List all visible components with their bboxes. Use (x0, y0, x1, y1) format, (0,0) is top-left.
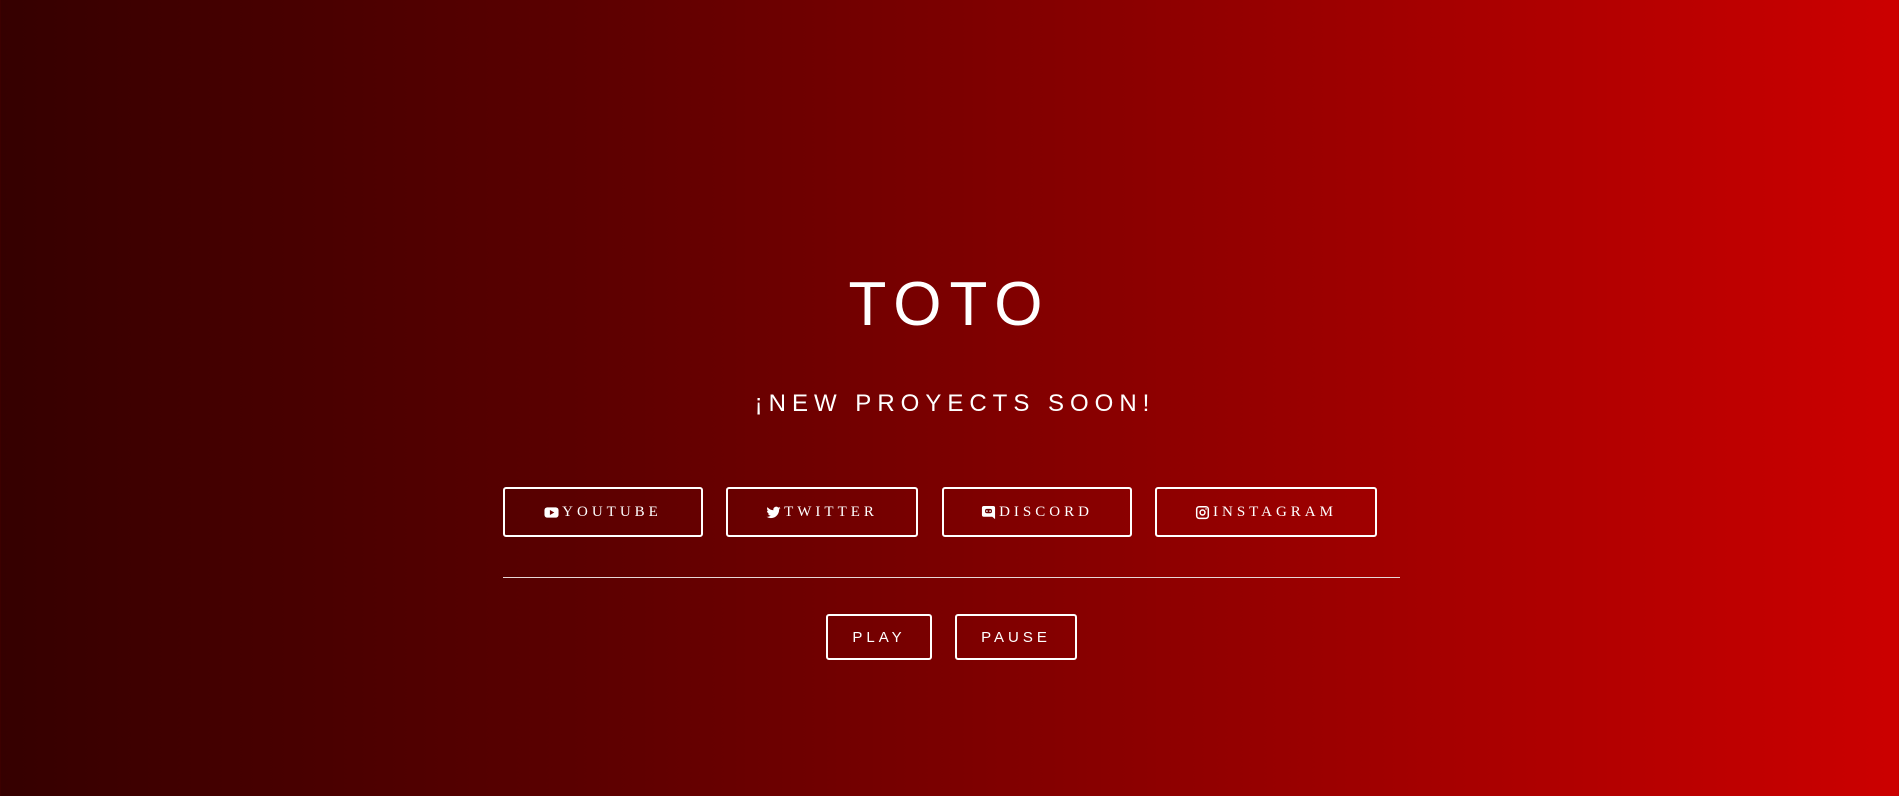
discord-button[interactable]: DISCORD (942, 487, 1132, 537)
instagram-label: INSTAGRAM (1213, 503, 1337, 520)
youtube-icon (544, 506, 559, 518)
discord-label: DISCORD (999, 503, 1093, 520)
youtube-button[interactable]: YOUTUBE (503, 487, 703, 537)
instagram-button[interactable]: INSTAGRAM (1155, 487, 1377, 537)
page-title: TOTO (848, 270, 1051, 339)
instagram-icon (1195, 505, 1210, 519)
play-button[interactable]: PLAY (826, 614, 932, 660)
youtube-label: YOUTUBE (562, 503, 662, 520)
discord-icon (982, 505, 996, 519)
pause-button[interactable]: PAUSE (955, 614, 1077, 660)
landing-page: TOTO ¡NEW PROYECTS SOON! YOUTUBE TWITTER… (0, 0, 1899, 796)
page-subtitle: ¡NEW PROYECTS SOON! (754, 390, 1156, 417)
section-divider (503, 577, 1400, 578)
twitter-button[interactable]: TWITTER (726, 487, 918, 537)
twitter-label: TWITTER (784, 503, 878, 520)
twitter-icon (766, 506, 781, 518)
